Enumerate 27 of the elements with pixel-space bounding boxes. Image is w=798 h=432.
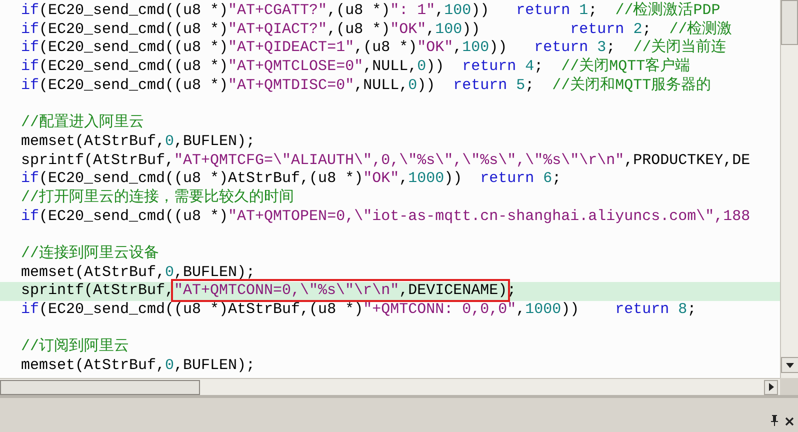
code-line: if(EC20_send_cmd((u8 *)"AT+QMTDISC=0",NULL,0)) return 5; //关闭和MQTT服务器的 (20, 76, 712, 96)
scroll-right-button[interactable] (764, 380, 778, 394)
code-line: //订阅到阿里云 (20, 338, 130, 358)
code-line: //打开阿里云的连接，需要比较久的时间 (20, 188, 296, 208)
code-line: //连接到阿里云设备 (20, 244, 160, 264)
code-line: memset(AtStrBuf,0,BUFLEN); (20, 132, 256, 152)
down-arrow-icon (786, 362, 794, 368)
scroll-thumb[interactable] (0, 380, 200, 394)
code-line: sprintf(AtStrBuf,"AT+QMTCFG=\"ALIAUTH\",0,\"%s\",\"%s\",\"%s\"\r\n",PRODUCTKEY,DE (20, 152, 752, 170)
code-line: if(EC20_send_cmd((u8 *)"AT+QMTOPEN=0,\"iot-as-mqtt.cn-shanghai.aliyuncs.com\",188 (20, 208, 752, 226)
code-line: if(EC20_send_cmd((u8 *)"AT+CGATT?",(u8 *)": 1",100)) return 1; //检测激活PDP (20, 2, 722, 20)
code-line: if(EC20_send_cmd((u8 *)"AT+QIDEACT=1",(u8 *)"OK",100)) return 3; //关闭当前连 (20, 39, 728, 57)
right-arrow-icon (768, 383, 774, 391)
horizontal-scrollbar[interactable] (0, 378, 780, 395)
code-line: //配置进入阿里云 (20, 114, 146, 133)
vertical-scrollbar[interactable] (780, 0, 798, 378)
pin-icon[interactable] (770, 415, 779, 426)
close-icon[interactable] (785, 417, 794, 426)
scroll-thumb[interactable] (781, 0, 798, 45)
code-line: memset(AtStrBuf,0,BUFLEN); (20, 357, 256, 376)
code-line: if(EC20_send_cmd((u8 *)"AT+QIACT?",(u8 *)"OK",100)) return 2; //检测激 (20, 20, 734, 38)
code-line: memset(AtStrBuf,0,BUFLEN); (20, 264, 256, 282)
code-line: if(EC20_send_cmd((u8 *)"AT+QMTCLOSE=0",NULL,0)) return 4; //关闭MQTT客户端 (20, 58, 692, 76)
scroll-down-button[interactable] (781, 357, 798, 373)
code-editor[interactable] (0, 0, 780, 378)
code-line: if(EC20_send_cmd((u8 *)AtStrBuf,(u8 *)"OK",1000)) return 6; (20, 170, 562, 188)
code-line: if(EC20_send_cmd((u8 *)AtStrBuf,(u8 *)"+QMTCONN: 0,0,0",1000)) return 8; (20, 301, 698, 320)
